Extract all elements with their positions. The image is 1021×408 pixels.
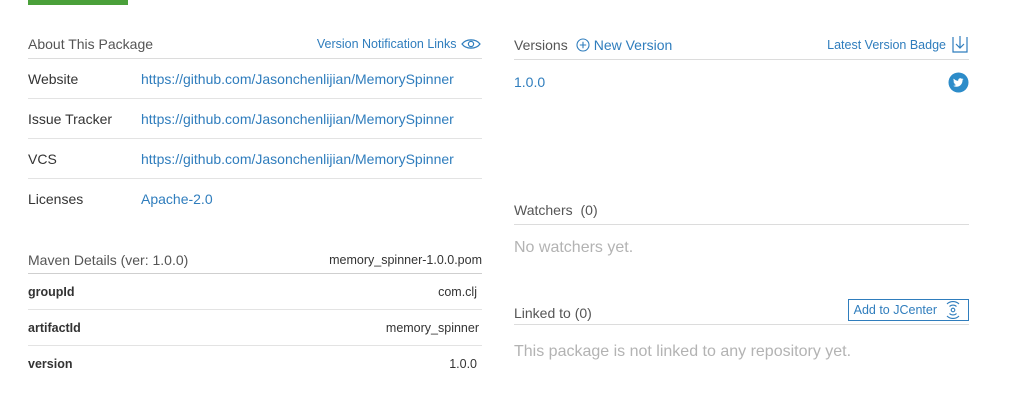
vcs-row: VCS https://github.com/Jasonchenlijian/M…	[28, 139, 482, 179]
about-title: About This Package	[28, 36, 154, 52]
about-header: About This Package Version Notification …	[28, 30, 482, 59]
green-tab-indicator	[28, 0, 128, 5]
watchers-header: Watchers (0)	[514, 196, 969, 225]
version-notification-link[interactable]: Version Notification Links	[317, 37, 482, 52]
website-row: Website https://github.com/Jasonchenliji…	[28, 59, 482, 99]
artifactid-label: artifactId	[28, 320, 81, 335]
new-version-button[interactable]: New Version	[576, 36, 673, 53]
versions-title-group: Versions New Version	[514, 37, 672, 53]
watchers-count: (0)	[580, 202, 598, 218]
versions-title: Versions	[514, 36, 568, 53]
maven-header: Maven Details (ver: 1.0.0) memory_spinne…	[28, 246, 482, 274]
artifactid-row: artifactId memory_spinner	[28, 310, 482, 346]
website-link[interactable]: https://github.com/Jasonchenlijian/Memor…	[141, 71, 482, 87]
versions-header: Versions New Version Latest Version Badg…	[514, 30, 969, 60]
vcs-label: VCS	[28, 150, 57, 167]
vcs-link[interactable]: https://github.com/Jasonchenlijian/Memor…	[141, 151, 482, 167]
watchers-title: Watchers	[514, 202, 573, 218]
watchers-title-group: Watchers (0)	[514, 202, 598, 218]
version-link[interactable]: 1.0.0	[514, 74, 545, 90]
website-label: Website	[28, 70, 79, 87]
version-label: version	[28, 356, 73, 371]
artifactid-value: memory_spinner	[385, 320, 479, 335]
eye-icon	[460, 37, 482, 51]
issue-tracker-label: Issue Tracker	[28, 110, 113, 127]
latest-version-badge-label: Latest Version Badge	[827, 37, 946, 52]
version-list-item: 1.0.0	[514, 60, 969, 104]
groupid-row: groupId com.clj	[28, 274, 482, 310]
version-value: 1.0.0	[449, 356, 477, 371]
twitter-icon[interactable]	[948, 72, 969, 93]
licenses-row: Licenses Apache-2.0	[28, 179, 482, 218]
left-column: About This Package Version Notification …	[28, 30, 482, 381]
pom-file-link[interactable]: memory_spinner-1.0.0.pom	[329, 253, 482, 267]
watchers-empty-text: No watchers yet.	[514, 239, 634, 256]
new-version-label: New Version	[593, 36, 673, 53]
license-link[interactable]: Apache-2.0	[141, 191, 482, 207]
version-notification-label: Version Notification Links	[316, 36, 457, 51]
add-to-jcenter-button[interactable]: Add to JCenter	[847, 298, 969, 321]
badge-download-icon	[951, 35, 969, 55]
groupid-value: com.clj	[438, 284, 477, 299]
package-page: About This Package Version Notification …	[0, 0, 1021, 408]
jcenter-broadcast-icon	[943, 300, 963, 319]
plus-circle-icon	[576, 37, 590, 52]
add-to-jcenter-label: Add to JCenter	[853, 302, 937, 317]
right-column: Versions New Version Latest Version Badg…	[514, 30, 969, 361]
maven-title: Maven Details (ver: 1.0.0)	[28, 251, 189, 268]
groupid-label: groupId	[28, 284, 75, 299]
version-row: version 1.0.0	[28, 346, 482, 381]
licenses-label: Licenses	[28, 190, 84, 207]
issue-tracker-link[interactable]: https://github.com/Jasonchenlijian/Memor…	[141, 111, 482, 127]
linked-empty-text: This package is not linked to any reposi…	[514, 343, 852, 360]
linked-title: Linked to (0)	[514, 304, 592, 321]
linked-header: Linked to (0) Add to JCenter	[514, 295, 969, 325]
latest-version-badge-link[interactable]: Latest Version Badge	[827, 35, 969, 55]
issue-tracker-row: Issue Tracker https://github.com/Jasonch…	[28, 99, 482, 139]
